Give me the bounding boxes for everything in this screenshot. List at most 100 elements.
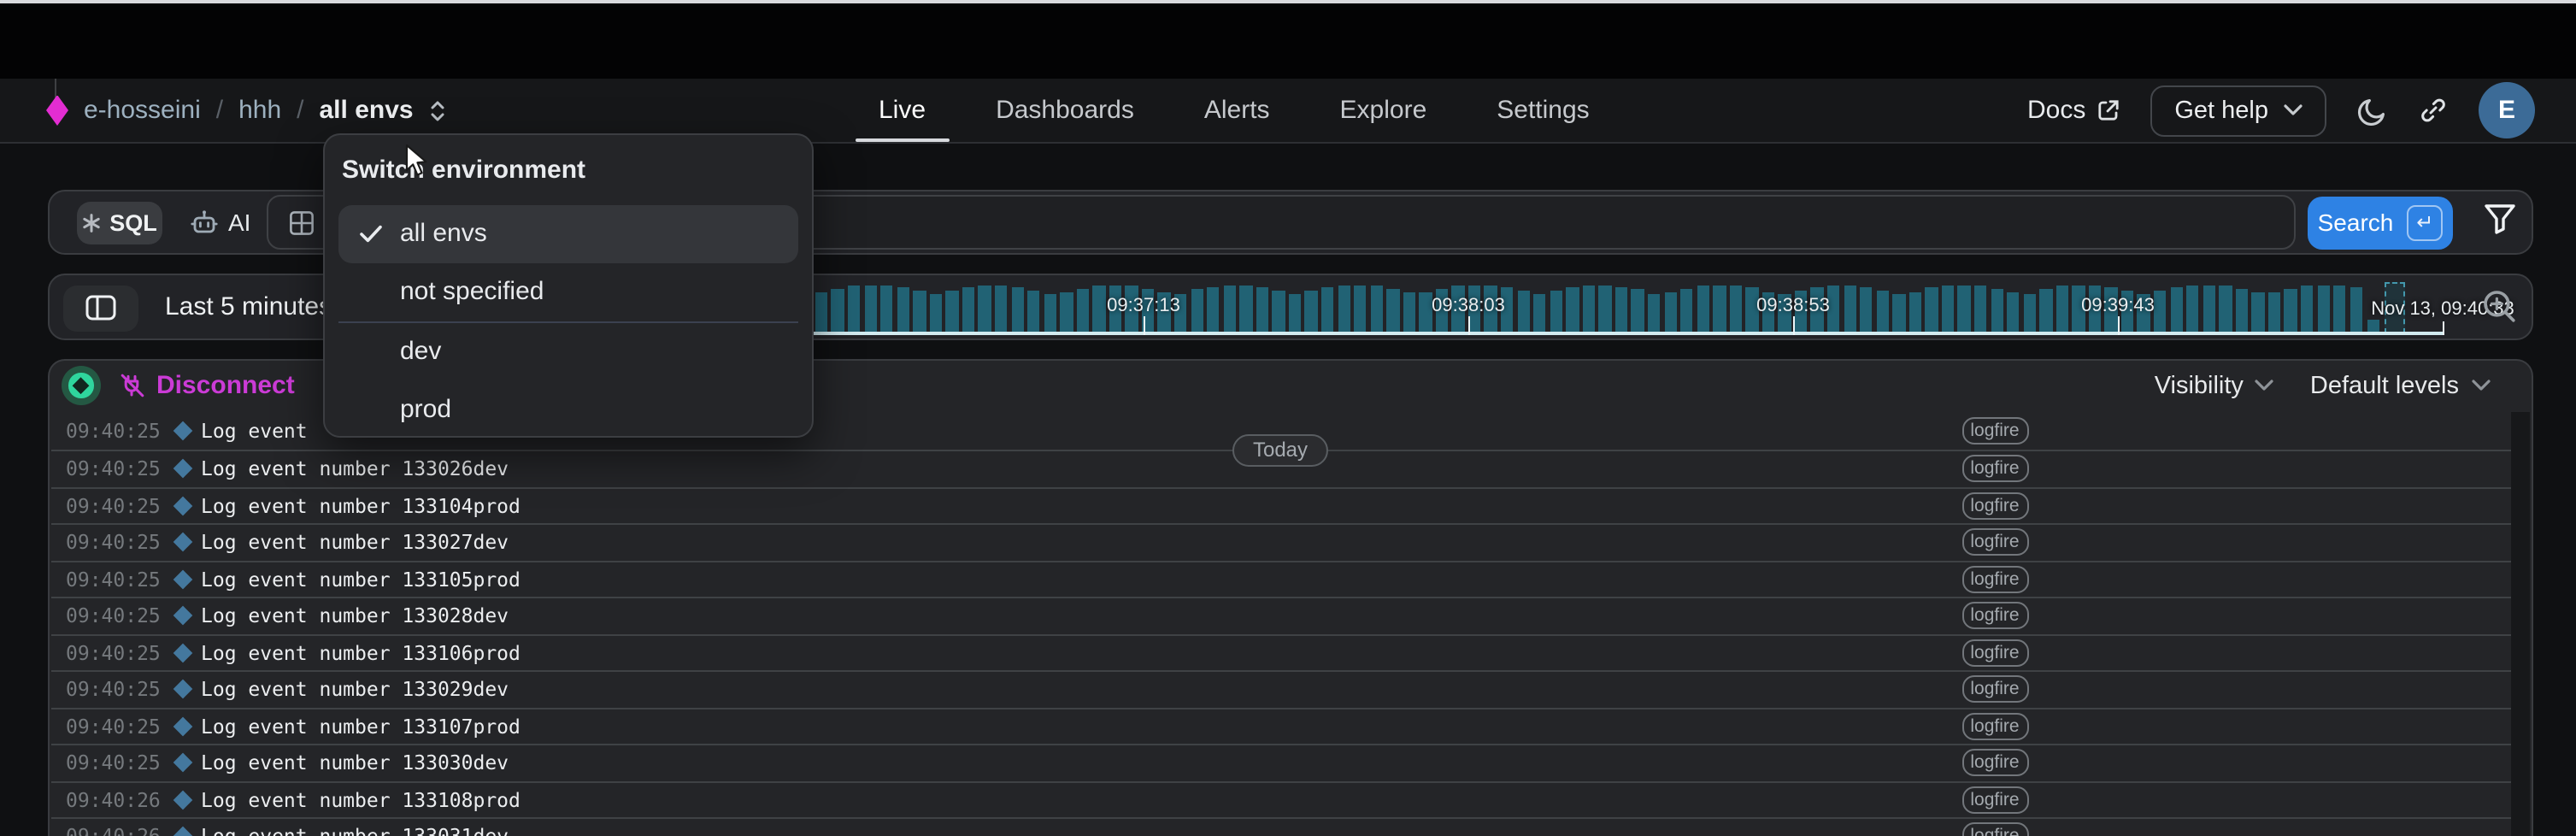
- get-help-button[interactable]: Get help: [2150, 85, 2326, 136]
- plug-slash-icon: [119, 374, 144, 399]
- chevron-down-icon: [2284, 104, 2303, 116]
- scope-badge: logfire: [1961, 566, 2028, 593]
- log-diamond-icon: [173, 569, 192, 589]
- robot-icon: [189, 209, 218, 237]
- filter-funnel-icon[interactable]: [2483, 203, 2515, 235]
- log-message: Log event number 133026dev: [201, 457, 509, 481]
- log-row[interactable]: 09:40:25 Log event number 133107prod log…: [50, 707, 2511, 744]
- log-row[interactable]: 09:40:26 Log event number 133031dev logf…: [50, 817, 2511, 836]
- menu-item-prod[interactable]: prod: [338, 380, 797, 439]
- log-message: Log event: [201, 419, 308, 443]
- menu-item-label: prod: [400, 395, 451, 424]
- top-black-bar: [0, 3, 2576, 79]
- menu-item-label: not specified: [400, 277, 544, 306]
- scope-badge: logfire: [1961, 529, 2028, 556]
- log-timestamp: 09:40:25: [66, 715, 161, 739]
- live-view-controls: Visibility Default levels: [2155, 360, 2490, 412]
- menu-item-all-envs[interactable]: all envs: [338, 204, 797, 262]
- theme-moon-icon[interactable]: [2357, 95, 2388, 126]
- log-message: Log event number 133105prod: [201, 568, 520, 592]
- disconnect-button[interactable]: Disconnect: [119, 360, 295, 412]
- side-panel-toggle-button[interactable]: [62, 285, 138, 331]
- ai-label: AI: [228, 209, 250, 237]
- docs-link[interactable]: Docs: [2027, 96, 2120, 125]
- search-button[interactable]: Search ↵: [2308, 196, 2453, 250]
- sql-label: SQL: [109, 210, 157, 236]
- mouse-cursor: [405, 144, 429, 178]
- log-timestamp: 09:40:25: [66, 604, 161, 628]
- log-row[interactable]: 09:40:26 Log event number 133108prod log…: [50, 780, 2511, 817]
- log-diamond-icon: [173, 496, 192, 515]
- nav-tabs: Live Dashboards Alerts Explore Settings: [879, 79, 1590, 142]
- visibility-label: Visibility: [2155, 373, 2244, 400]
- log-row[interactable]: 09:40:25 Log event number 133028dev logf…: [50, 597, 2511, 633]
- environment-selector[interactable]: all envs: [320, 96, 414, 125]
- scope-badge: logfire: [1961, 823, 2028, 836]
- tab-live[interactable]: Live: [879, 79, 926, 142]
- timeline-tick-label: 09:38:03: [1432, 296, 1505, 316]
- header-actions: Docs Get help E: [2027, 79, 2535, 142]
- log-message: Log event number 133029dev: [201, 678, 509, 702]
- menu-item-not-specified[interactable]: not specified: [338, 262, 797, 321]
- log-timestamp: 09:40:25: [66, 678, 161, 702]
- menu-item-dev[interactable]: dev: [338, 322, 797, 380]
- log-message: Log event number 133104prod: [201, 494, 520, 518]
- scope-badge: logfire: [1961, 639, 2028, 667]
- log-diamond-icon: [173, 827, 192, 836]
- default-levels-dropdown[interactable]: Default levels: [2310, 373, 2490, 400]
- sql-mode-button[interactable]: SQL: [77, 201, 162, 244]
- log-timestamp: 09:40:26: [66, 825, 161, 836]
- today-pill: Today: [1232, 433, 1328, 466]
- scope-badge: logfire: [1961, 750, 2028, 777]
- log-row[interactable]: 09:40:25 Log event number 133027dev logf…: [50, 523, 2511, 560]
- docs-label: Docs: [2027, 96, 2085, 125]
- logfire-app: e-hosseini / hhh / all envs Live Dashboa…: [0, 0, 2576, 836]
- menu-divider: [338, 321, 797, 322]
- time-range-label: Last 5 minutes: [165, 292, 332, 321]
- log-row[interactable]: 09:40:25 Log event number 133104prod log…: [50, 486, 2511, 523]
- log-timestamp: 09:40:25: [66, 419, 161, 443]
- scrollbar-gutter[interactable]: [2511, 412, 2530, 836]
- scope-badge: logfire: [1961, 786, 2028, 814]
- log-row[interactable]: 09:40:25 Log event number 133106prod log…: [50, 633, 2511, 670]
- log-message: Log event number 133107prod: [201, 715, 520, 739]
- asterisk-icon: [82, 214, 101, 233]
- breadcrumb-separator: /: [297, 96, 303, 125]
- zoom-in-icon[interactable]: [2481, 289, 2517, 325]
- timeline-tick-label: 09:37:13: [1107, 296, 1180, 316]
- logfire-logo-icon[interactable]: [46, 95, 68, 126]
- timeline-tick-label: 09:39:43: [2081, 296, 2155, 316]
- search-button-label: Search: [2318, 209, 2394, 237]
- log-diamond-icon: [173, 643, 192, 662]
- ai-assist-button[interactable]: AI: [189, 201, 250, 244]
- visibility-dropdown[interactable]: Visibility: [2155, 373, 2274, 400]
- tab-settings[interactable]: Settings: [1497, 79, 1589, 142]
- log-message: Log event number 133030dev: [201, 751, 509, 775]
- log-row[interactable]: 09:40:25 Log event number 133029dev logf…: [50, 670, 2511, 707]
- log-timestamp: 09:40:25: [66, 494, 161, 518]
- log-message: Log event number 133106prod: [201, 641, 520, 665]
- enter-key-icon: ↵: [2407, 205, 2443, 241]
- breadcrumb-org[interactable]: e-hosseini: [84, 96, 201, 125]
- user-avatar[interactable]: E: [2479, 82, 2535, 138]
- log-diamond-icon: [173, 680, 192, 699]
- breadcrumb-project[interactable]: hhh: [238, 96, 281, 125]
- log-diamond-icon: [173, 606, 192, 626]
- log-row[interactable]: 09:40:25 Log event number 133105prod log…: [50, 560, 2511, 597]
- copy-link-icon[interactable]: [2419, 96, 2448, 125]
- tab-alerts[interactable]: Alerts: [1204, 79, 1270, 142]
- scope-badge: logfire: [1961, 456, 2028, 483]
- log-timestamp: 09:40:25: [66, 568, 161, 592]
- log-timestamp: 09:40:25: [66, 457, 161, 481]
- updown-chevron-icon[interactable]: [429, 97, 446, 124]
- get-help-label: Get help: [2174, 97, 2268, 124]
- log-diamond-icon: [173, 533, 192, 552]
- tab-explore[interactable]: Explore: [1340, 79, 1427, 142]
- live-status-indicator: [62, 366, 101, 405]
- log-row[interactable]: 09:40:25 Log event number 133030dev logf…: [50, 744, 2511, 780]
- breadcrumb: e-hosseini / hhh / all envs: [46, 79, 446, 142]
- grid-icon: [288, 209, 314, 235]
- tab-dashboards[interactable]: Dashboards: [996, 79, 1134, 142]
- log-message: Log event number 133108prod: [201, 788, 520, 812]
- scope-badge: logfire: [1961, 676, 2028, 704]
